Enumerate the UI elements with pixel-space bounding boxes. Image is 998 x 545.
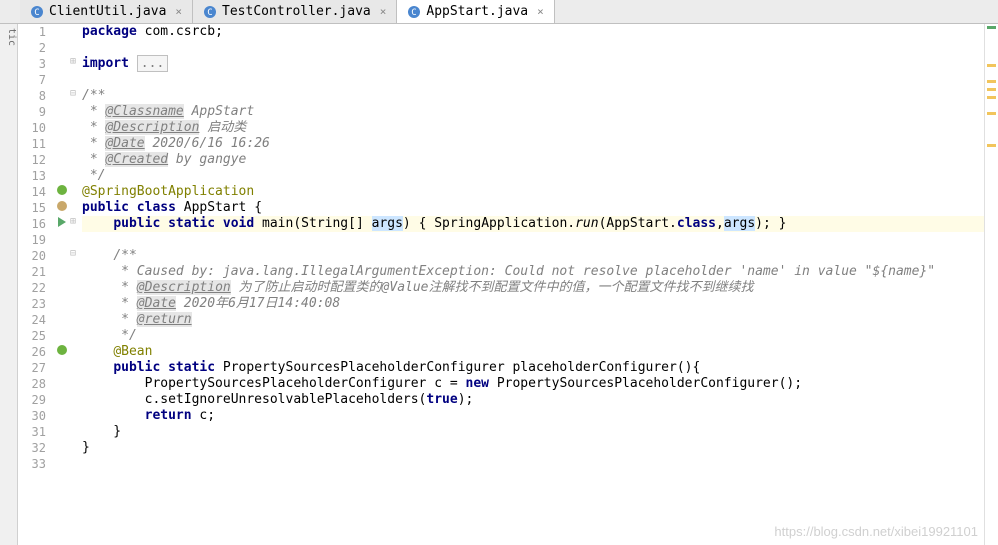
- code-line[interactable]: * @Date 2020/6/16 16:26: [82, 136, 984, 152]
- line-number: 24: [18, 312, 46, 328]
- line-number: 12: [18, 152, 46, 168]
- code-line[interactable]: /**: [82, 88, 984, 104]
- code-line[interactable]: PropertySourcesPlaceholderConfigurer c =…: [82, 376, 984, 392]
- line-numbers: 1237891011121314151619202122232425262728…: [18, 24, 54, 545]
- code-line[interactable]: * @Created by gangye: [82, 152, 984, 168]
- tab-clientutil[interactable]: C ClientUtil.java ×: [20, 0, 193, 23]
- line-number: 15: [18, 200, 46, 216]
- line-number: 25: [18, 328, 46, 344]
- side-panel-label[interactable]: tic: [0, 24, 18, 545]
- line-number: 22: [18, 280, 46, 296]
- line-number: 13: [18, 168, 46, 184]
- code-line[interactable]: public static PropertySourcesPlaceholder…: [82, 360, 984, 376]
- tab-testcontroller[interactable]: C TestController.java ×: [193, 0, 397, 23]
- svg-text:C: C: [207, 8, 212, 18]
- code-line[interactable]: package com.csrcb;: [82, 24, 984, 40]
- line-number: 30: [18, 408, 46, 424]
- line-number: 1: [18, 24, 46, 40]
- fold-toggle-icon[interactable]: ⊟: [68, 88, 76, 99]
- gutter-icons: ⊞ ⊟ ⊞ ⊟: [54, 24, 82, 545]
- fold-toggle-icon[interactable]: ⊟: [68, 248, 76, 259]
- code-line[interactable]: import ...: [82, 56, 984, 72]
- stripe-mark[interactable]: [987, 144, 996, 147]
- tab-label: TestController.java: [222, 4, 371, 19]
- svg-text:C: C: [412, 8, 417, 18]
- line-number: 21: [18, 264, 46, 280]
- fold-toggle-icon[interactable]: ⊞: [68, 216, 76, 227]
- spring-bean-icon[interactable]: [56, 344, 68, 359]
- code-line[interactable]: /**: [82, 248, 984, 264]
- code-line[interactable]: * @Description 为了防止启动时配置类的@Value注解找不到配置文…: [82, 280, 984, 296]
- code-line[interactable]: public static void main(String[] args) {…: [82, 216, 984, 232]
- class-icon[interactable]: [56, 200, 68, 215]
- stripe-mark[interactable]: [987, 26, 996, 29]
- line-number: 7: [18, 72, 46, 88]
- line-number: 23: [18, 296, 46, 312]
- code-line[interactable]: * @return: [82, 312, 984, 328]
- stripe-mark[interactable]: [987, 64, 996, 67]
- line-number: 8: [18, 88, 46, 104]
- code-line[interactable]: */: [82, 328, 984, 344]
- svg-text:C: C: [34, 8, 39, 18]
- code-line[interactable]: [82, 456, 984, 472]
- code-line[interactable]: * @Classname AppStart: [82, 104, 984, 120]
- code-line[interactable]: [82, 72, 984, 88]
- code-line[interactable]: @Bean: [82, 344, 984, 360]
- line-number: 16: [18, 216, 46, 232]
- code-line[interactable]: public class AppStart {: [82, 200, 984, 216]
- stripe-mark[interactable]: [987, 88, 996, 91]
- line-number: 31: [18, 424, 46, 440]
- code-line[interactable]: return c;: [82, 408, 984, 424]
- editor-tabs: C ClientUtil.java × C TestController.jav…: [0, 0, 998, 24]
- fold-toggle-icon[interactable]: ⊞: [68, 56, 76, 67]
- watermark-text: https://blog.csdn.net/xibei19921101: [774, 524, 978, 539]
- line-number: 3: [18, 56, 46, 72]
- code-editor: tic 123789101112131415161920212223242526…: [0, 24, 998, 545]
- line-number: 19: [18, 232, 46, 248]
- line-number: 29: [18, 392, 46, 408]
- code-line[interactable]: }: [82, 424, 984, 440]
- error-stripe[interactable]: [984, 24, 998, 545]
- stripe-mark[interactable]: [987, 112, 996, 115]
- code-line[interactable]: * Caused by: java.lang.IllegalArgumentEx…: [82, 264, 984, 280]
- editor-gutter: 1237891011121314151619202122232425262728…: [18, 24, 82, 545]
- run-icon[interactable]: [56, 216, 68, 231]
- stripe-mark[interactable]: [987, 80, 996, 83]
- line-number: 26: [18, 344, 46, 360]
- code-line[interactable]: }: [82, 440, 984, 456]
- code-line[interactable]: c.setIgnoreUnresolvablePlaceholders(true…: [82, 392, 984, 408]
- line-number: 32: [18, 440, 46, 456]
- tab-appstart[interactable]: C AppStart.java ×: [397, 0, 554, 23]
- line-number: 28: [18, 376, 46, 392]
- code-line[interactable]: * @Date 2020年6月17日14:40:08: [82, 296, 984, 312]
- line-number: 33: [18, 456, 46, 472]
- spring-bean-icon[interactable]: [56, 184, 68, 199]
- close-icon[interactable]: ×: [380, 5, 387, 18]
- line-number: 20: [18, 248, 46, 264]
- tab-label: AppStart.java: [426, 4, 528, 19]
- code-line[interactable]: * @Description 启动类: [82, 120, 984, 136]
- line-number: 11: [18, 136, 46, 152]
- line-number: 27: [18, 360, 46, 376]
- line-number: 14: [18, 184, 46, 200]
- code-line[interactable]: [82, 232, 984, 248]
- code-line[interactable]: @SpringBootApplication: [82, 184, 984, 200]
- tab-label: ClientUtil.java: [49, 4, 166, 19]
- line-number: 9: [18, 104, 46, 120]
- code-line[interactable]: [82, 40, 984, 56]
- stripe-mark[interactable]: [987, 96, 996, 99]
- java-class-icon: C: [30, 5, 44, 19]
- java-class-icon: C: [203, 5, 217, 19]
- line-number: 10: [18, 120, 46, 136]
- line-number: 2: [18, 40, 46, 56]
- close-icon[interactable]: ×: [175, 5, 182, 18]
- code-area[interactable]: package com.csrcb; import ... /** * @Class…: [82, 24, 984, 545]
- code-line[interactable]: */: [82, 168, 984, 184]
- java-class-icon: C: [407, 5, 421, 19]
- close-icon[interactable]: ×: [537, 5, 544, 18]
